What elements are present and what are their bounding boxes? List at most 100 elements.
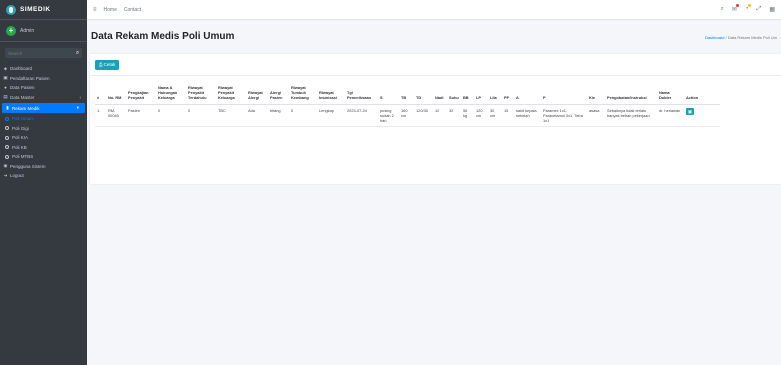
- sidebar-item-label: Data Pasien: [10, 85, 35, 91]
- sidebar-item-logout[interactable]: ➜ Logout: [0, 171, 87, 181]
- records-card: ⎙ Cetak # No. RM Pengkajian Penyakit Nam…: [90, 54, 781, 184]
- table-cell: 0: [156, 104, 186, 127]
- navbar-right: ⌕ ✉ ◔ ⤢ ▦: [720, 4, 775, 13]
- table-cell: RM-00045: [106, 104, 126, 127]
- sidebar-item-poli-kb[interactable]: Poli KB: [0, 143, 87, 153]
- control-sidebar-icon[interactable]: ▦: [769, 6, 775, 13]
- table-header-cell[interactable]: Riwayat Tumbuh Kembang: [289, 84, 317, 105]
- sidebar-item-data-master[interactable]: ▤ Data Master ‹: [0, 93, 87, 103]
- notifications-icon[interactable]: ◔: [745, 4, 750, 13]
- brand[interactable]: SIMEDIK: [0, 0, 87, 20]
- circle-icon: [5, 154, 9, 159]
- table-cell: 120/30: [414, 104, 433, 127]
- sidebar-item-pendaftaran-pasien[interactable]: ▣ Pendaftaran Pasien: [0, 74, 87, 84]
- table-header-cell[interactable]: Kie: [587, 84, 605, 105]
- table-cell: Paramex 1x1, Paracetamol 3x1, Tetra 1x1: [541, 104, 587, 127]
- messages-icon[interactable]: ✉: [732, 4, 739, 13]
- table-cell: bitang: [268, 104, 289, 127]
- user-panel[interactable]: + Admin: [0, 20, 87, 42]
- table-cell: 0: [289, 104, 317, 127]
- table-cell: asasa: [587, 104, 605, 127]
- circle-icon: [5, 126, 9, 131]
- table-header-cell[interactable]: BB: [461, 84, 474, 105]
- sidebar-item-poli-umum[interactable]: Poli Umum: [0, 114, 87, 124]
- table-header-cell[interactable]: Nama Dokter: [657, 84, 684, 105]
- sidebar-menu: ◈ Dashboard ▣ Pendaftaran Pasien ● Data Pas…: [0, 62, 87, 183]
- table-cell: 30 cm: [488, 104, 502, 127]
- nav-contact-link[interactable]: Contact: [124, 7, 141, 13]
- card-header: ⎙ Cetak: [90, 54, 781, 76]
- breadcrumb: Dashboard / Data Rekam Medis Poli Um: [705, 35, 777, 40]
- printer-icon: ⎙: [99, 62, 103, 67]
- table-cell: 56 kg: [461, 104, 474, 127]
- table-cell: 0: [186, 104, 216, 127]
- table-header-cell[interactable]: Riwayat Penyakit Keluarga: [216, 84, 246, 105]
- table-header-cell[interactable]: Action: [684, 84, 720, 105]
- table-header-cell[interactable]: TB: [399, 84, 414, 105]
- search-icon[interactable]: ⌕: [720, 6, 723, 13]
- sidebar-item-label: Poli KB: [12, 144, 27, 150]
- table-cell: 2023-07-24: [345, 104, 378, 127]
- table-header-cell[interactable]: Tgl Pemeriksaan: [345, 84, 378, 105]
- sidebar-item-poli-mtbs[interactable]: Poli MTBS: [0, 152, 87, 162]
- table-cell: 32: [447, 104, 461, 127]
- sidebar-item-rekam-medik[interactable]: ▮ Rekam Medik ▾: [2, 103, 85, 113]
- search-input[interactable]: [5, 48, 73, 58]
- sidebar-item-poli-gigi[interactable]: Poli Gigi: [0, 124, 87, 134]
- table-cell: Lengkap: [317, 104, 345, 127]
- table-header-cell[interactable]: #: [95, 84, 106, 105]
- table-cell: 12: [433, 104, 447, 127]
- table-cell: TBC: [216, 104, 246, 127]
- table-header-cell[interactable]: Alergi Pasien: [268, 84, 289, 105]
- table-header-cell[interactable]: Nadi: [433, 84, 447, 105]
- sidebar-item-data-pasien[interactable]: ● Data Pasien: [0, 83, 87, 93]
- table-header-cell[interactable]: Riwayat Alergi: [246, 84, 268, 105]
- sidebar-item-label: Poli Umum: [12, 116, 35, 122]
- sidebar-item-label: Dashboard: [10, 66, 33, 72]
- table-cell: Pasien: [126, 104, 156, 127]
- sidebar-item-dashboard[interactable]: ◈ Dashboard: [0, 64, 87, 74]
- circle-icon: [5, 135, 9, 140]
- view-record-button[interactable]: ▣: [686, 107, 694, 115]
- fullscreen-icon[interactable]: ⤢: [757, 6, 762, 13]
- book-icon: ▮: [6, 105, 9, 110]
- table-header-cell[interactable]: Pengkajian Penyakit: [126, 84, 156, 105]
- page-title: Data Rekam Medis Poli Umum: [91, 31, 235, 42]
- search-button[interactable]: ⌕: [73, 48, 82, 58]
- sidebar-item-pengguna-sistem[interactable]: ◉ Pengguna Sistem: [0, 162, 87, 172]
- print-button-label: Cetak: [103, 62, 116, 67]
- table-row: 1. RM-00045 Pasien 0 0 TBC Ada bitang 0 …: [95, 104, 720, 127]
- nav-home-link[interactable]: Home: [104, 7, 117, 13]
- table-header-cell[interactable]: LP: [474, 84, 488, 105]
- table-header-cell[interactable]: Nama & Hubungan Keluarga: [156, 84, 186, 105]
- user-name: Admin: [20, 27, 35, 34]
- chevron-down-icon: ▾: [76, 105, 79, 110]
- breadcrumb-current: Data Rekam Medis Poli Um: [727, 35, 777, 40]
- table-header-cell[interactable]: P: [541, 84, 587, 105]
- brand-logo-icon: [6, 4, 16, 15]
- table-header-cell[interactable]: PF: [502, 84, 514, 105]
- patients-icon: ●: [4, 85, 7, 91]
- records-table: # No. RM Pengkajian Penyakit Nama & Hubu…: [95, 84, 720, 127]
- table-header-cell[interactable]: Pengobatan/Instruksi: [605, 84, 657, 105]
- logout-icon: ➜: [3, 172, 8, 178]
- table-header-cell[interactable]: Lila: [488, 84, 502, 105]
- breadcrumb-home-link[interactable]: Dashboard: [705, 35, 725, 40]
- sidebar-item-label: Poli KIA: [12, 135, 29, 141]
- brand-name: SIMEDIK: [20, 6, 51, 13]
- top-navbar: ≡ Home Contact ⌕ ✉ ◔ ⤢ ▦: [87, 0, 781, 20]
- circle-icon: [5, 145, 9, 150]
- table-header-cell[interactable]: S: [378, 84, 399, 105]
- table-header-cell[interactable]: Riwayat Penyakit Terdahulu: [186, 84, 216, 105]
- table-header-cell[interactable]: Suhu: [447, 84, 461, 105]
- sidebar-item-label: Pengguna Sistem: [10, 163, 46, 169]
- table-header-cell[interactable]: No. RM: [106, 84, 126, 105]
- menu-toggle-icon[interactable]: ≡: [93, 7, 97, 13]
- sidebar-item-poli-kia[interactable]: Poli KIA: [0, 133, 87, 143]
- sidebar-item-label: Logout: [10, 173, 24, 179]
- print-button[interactable]: ⎙ Cetak: [95, 59, 120, 70]
- table-header-cell[interactable]: TD: [414, 84, 433, 105]
- table-header-cell[interactable]: A: [514, 84, 541, 105]
- user-avatar-icon: +: [6, 25, 16, 36]
- table-header-cell[interactable]: Riwayat Imunisasi: [317, 84, 345, 105]
